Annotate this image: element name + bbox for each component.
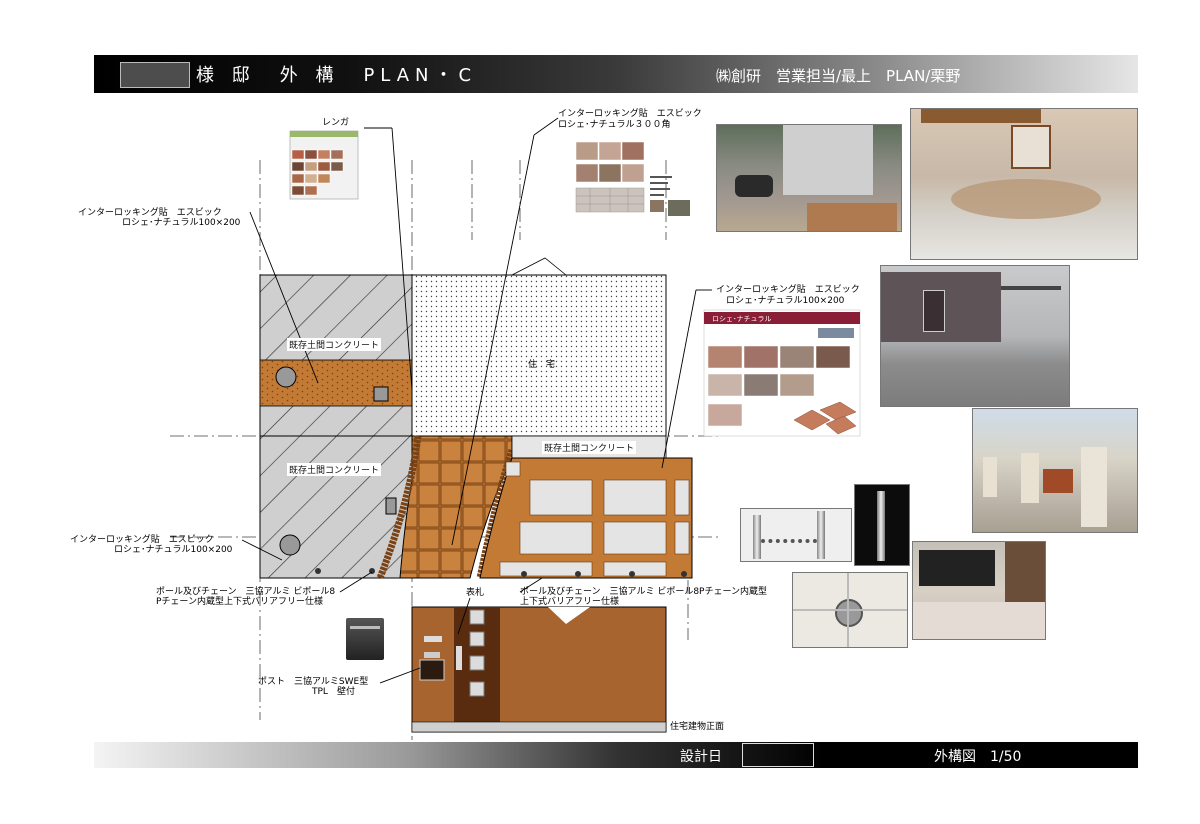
label-existing-concrete-1: 既存土間コンクリート xyxy=(287,338,382,351)
reference-photo-driveway xyxy=(716,124,902,232)
label-pole-left-line1: ポール及びチェーン 三協アルミ ビポール8 xyxy=(156,587,336,597)
mailbox-photo xyxy=(346,618,384,660)
label-interlocking-left-line2: ロシェ･ナチュラル100×200 xyxy=(122,218,241,228)
label-renga: レンガ xyxy=(322,118,350,128)
sheet-number: 外構図 1/50 xyxy=(934,749,1022,765)
label-existing-concrete-3: 既存土間コンクリート xyxy=(542,441,637,454)
label-interlocking-left-line1: インターロッキング貼 エスビック xyxy=(78,208,222,218)
label-existing-concrete-2: 既存土間コンクリート xyxy=(287,463,382,476)
label-pole-right-line1: ポール及びチェーン 三協アルミ ビポール8Pチェーン内蔵型 xyxy=(520,587,768,597)
label-interlocking-top-line1: インターロッキング貼 エスビック xyxy=(558,109,702,119)
label-interlocking-low-line2: ロシェ･ナチュラル100×200 xyxy=(114,545,233,555)
reference-photo-entrance-paving xyxy=(910,108,1138,260)
reference-photo-house-front xyxy=(880,265,1070,407)
reference-photo-chain-poles xyxy=(740,508,852,562)
design-date-box xyxy=(742,743,814,767)
label-post-line2: TPL 壁付 xyxy=(312,687,355,697)
reference-photo-pole-detail xyxy=(854,484,910,566)
label-house: 住 宅 xyxy=(528,360,556,370)
brick-catalog-thumb xyxy=(289,130,359,200)
interlocking-100x200-catalog xyxy=(703,309,861,437)
label-interlocking-right-line2: ロシェ･ナチュラル100×200 xyxy=(726,296,845,306)
catalog-title: ロシェ･ナチュラル xyxy=(712,315,772,323)
reference-photo-fence xyxy=(912,541,1046,640)
label-interlocking-right-line1: インターロッキング貼 エスビック xyxy=(716,285,860,295)
interlocking-300-catalog-thumb xyxy=(575,141,690,216)
footer-bar: 設計日 外構図 1/50 xyxy=(94,742,1138,768)
design-date-label: 設計日 xyxy=(680,749,722,765)
reference-photo-pole-socket xyxy=(792,572,908,648)
label-interlocking-top-line2: ロシェ･ナチュラル３００角 xyxy=(558,120,671,130)
label-interlocking-low-line1: インターロッキング貼 エスビック xyxy=(70,535,214,545)
label-nameplate: 表札 xyxy=(466,588,485,598)
label-pole-right-line2: 上下式バリアフリー仕様 xyxy=(520,597,620,607)
label-pole-left-line2: Pチェーン内蔵型上下式バリアフリー仕様 xyxy=(156,597,323,607)
reference-photo-stone-pillars xyxy=(972,408,1138,533)
label-post-line1: ポスト 三協アルミSWE型 xyxy=(258,677,369,687)
label-building-front: 住宅建物正面 xyxy=(670,722,725,732)
